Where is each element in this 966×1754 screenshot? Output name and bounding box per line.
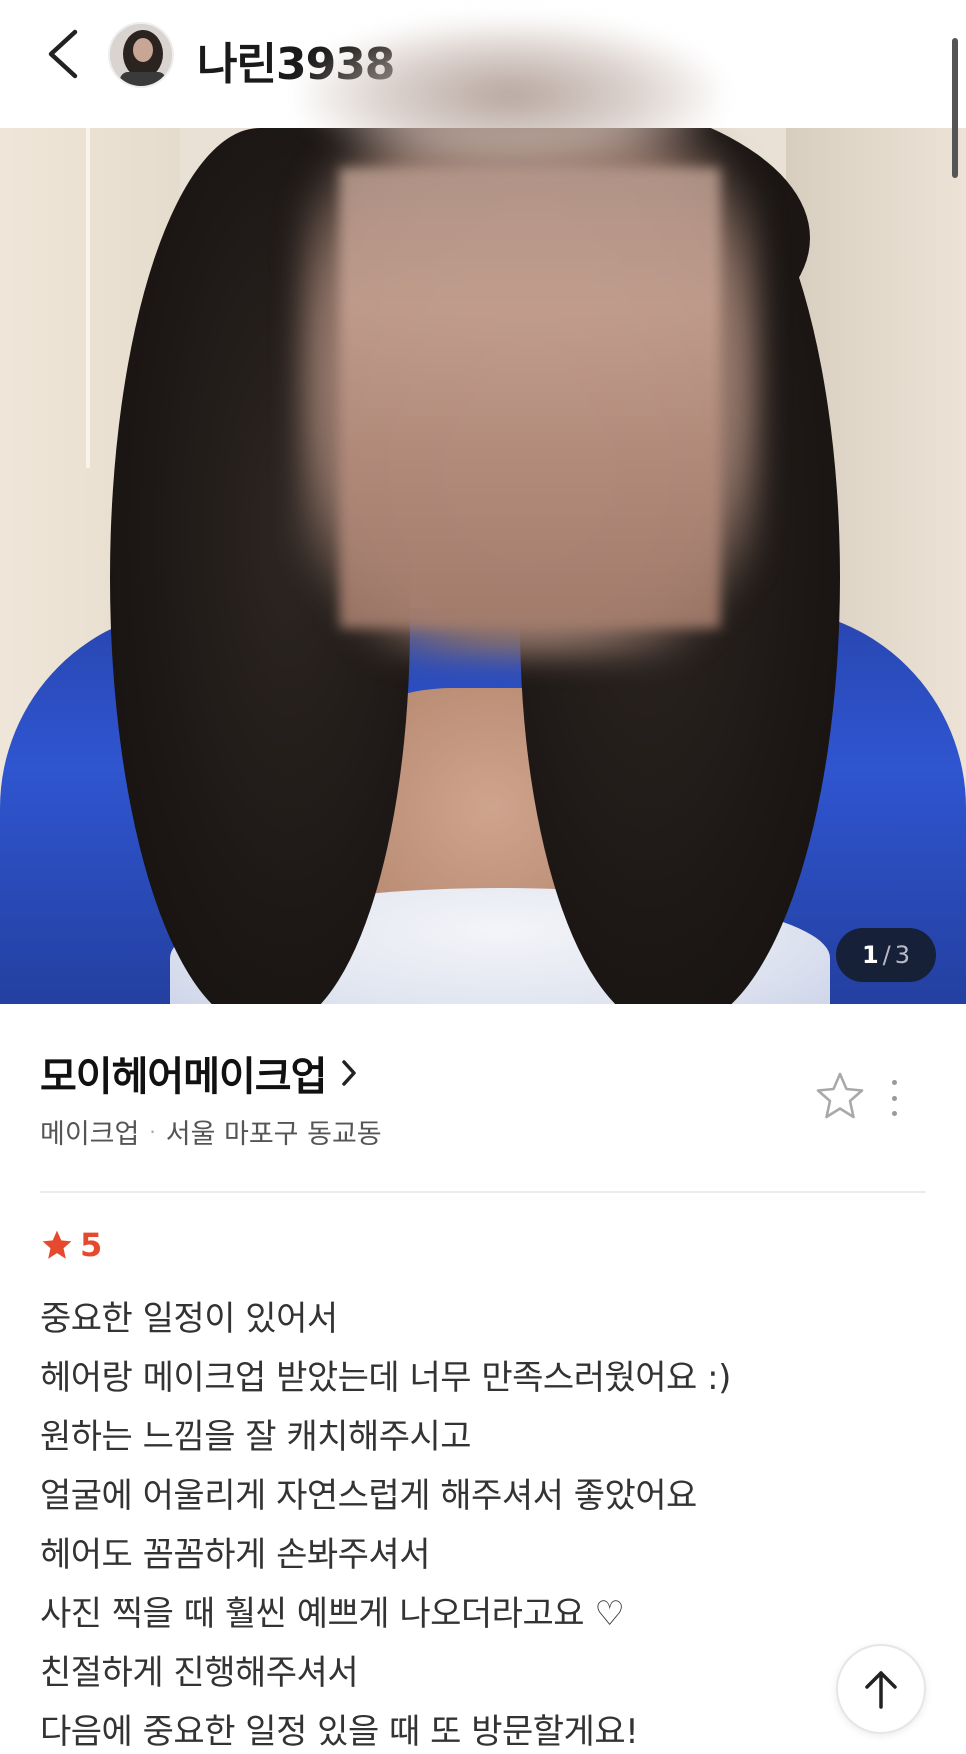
review-line: 사진 찍을 때 훨씬 예쁘게 나오더라고요 ♡ xyxy=(40,1594,625,1634)
review-line: 헤어도 꼼꼼하게 손봐주셔서 xyxy=(40,1535,430,1575)
arrow-up-icon xyxy=(865,1671,897,1709)
rating-value: 5 xyxy=(80,1226,103,1264)
review-line: 원하는 느낌을 잘 캐치해주시고 xyxy=(40,1417,472,1457)
section-divider xyxy=(40,1191,926,1193)
review-line: 친절하게 진행해주셔서 xyxy=(40,1653,359,1693)
meta-separator: · xyxy=(149,1119,156,1144)
review-detail-page: 1 / 3 나린3938 모이헤어메이크업 메이크업 · 서울 마포구 동교동 … xyxy=(0,0,966,1754)
back-button[interactable] xyxy=(36,22,88,86)
shop-name: 모이헤어메이크업 xyxy=(40,1054,327,1100)
shop-meta: 메이크업 · 서울 마포구 동교동 xyxy=(40,1112,382,1151)
shop-category: 메이크업 xyxy=(40,1119,140,1150)
photo-counter-separator: / xyxy=(882,941,891,969)
more-dot xyxy=(891,1095,897,1101)
chevron-right-icon xyxy=(340,1058,358,1088)
photo-counter-current: 1 xyxy=(861,941,879,969)
chevron-left-icon xyxy=(48,29,78,79)
avatar[interactable] xyxy=(108,22,174,88)
more-dot xyxy=(891,1111,897,1116)
photo-counter-total: 3 xyxy=(894,941,911,969)
photo-counter: 1 / 3 xyxy=(836,928,936,982)
photo-door-edge xyxy=(86,128,90,468)
shop-name-link[interactable]: 모이헤어메이크업 xyxy=(40,1044,358,1102)
review-body: 중요한 일정이 있어서 헤어랑 메이크업 받았는데 너무 만족스러웠어요 :) … xyxy=(40,1290,920,1754)
scroll-to-top-button[interactable] xyxy=(836,1644,926,1734)
favorite-button[interactable] xyxy=(814,1070,866,1122)
more-options-button[interactable] xyxy=(882,1074,906,1122)
review-line: 헤어랑 메이크업 받았는데 너무 만족스러웠어요 :) xyxy=(40,1358,731,1398)
scrollbar-thumb[interactable] xyxy=(952,38,958,178)
review-line: 다음에 중요한 일정 있을 때 또 방문할게요! xyxy=(40,1712,639,1752)
more-vertical-icon xyxy=(891,1080,897,1085)
review-line: 중요한 일정이 있어서 xyxy=(40,1299,338,1339)
rating: 5 xyxy=(40,1226,102,1264)
star-filled-icon xyxy=(42,1230,72,1259)
top-header: 나린3938 xyxy=(0,0,966,178)
blurred-overlay xyxy=(300,20,720,170)
shop-location: 서울 마포구 동교동 xyxy=(165,1119,382,1150)
blurred-face-core xyxy=(340,168,720,628)
review-line: 얼굴에 어울리게 자연스럽게 해주셔서 좋았어요 xyxy=(40,1476,697,1516)
star-outline-icon xyxy=(816,1072,864,1119)
avatar-image xyxy=(110,24,172,86)
review-photo[interactable]: 1 / 3 xyxy=(0,128,966,1004)
